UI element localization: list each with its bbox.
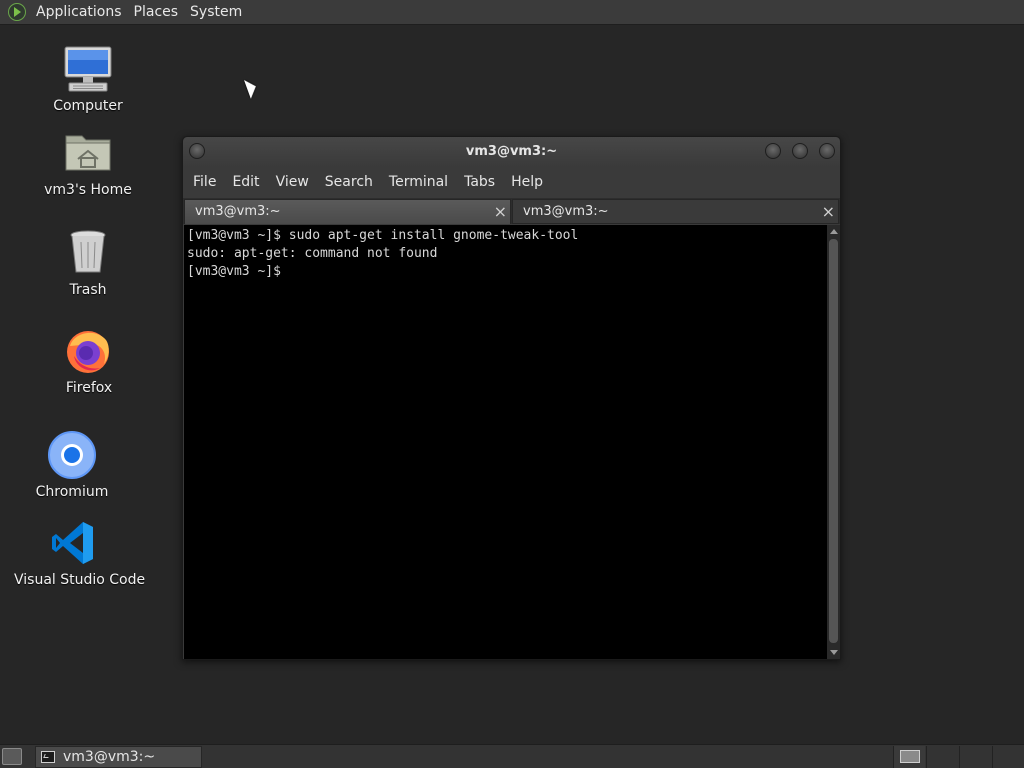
desktop-icon-trash[interactable]: Trash: [28, 228, 148, 298]
close-tab-icon[interactable]: ×: [822, 200, 835, 224]
desktop-icon-firefox[interactable]: Firefox: [29, 326, 149, 396]
desktop-icon-label: Firefox: [65, 380, 113, 396]
bottom-panel: vm3@vm3:~: [0, 744, 1024, 768]
desktop-icon-home[interactable]: vm3's Home: [28, 128, 148, 198]
terminal-tabbar: vm3@vm3:~ × vm3@vm3:~ ×: [183, 198, 840, 224]
terminal-line: [vm3@vm3 ~]$ sudo apt-get install gnome-…: [187, 228, 579, 243]
desktop-icon-label: Trash: [69, 282, 107, 298]
scrollbar-thumb[interactable]: [829, 239, 838, 643]
terminal-output[interactable]: [vm3@vm3 ~]$ sudo apt-get install gnome-…: [184, 225, 827, 659]
chromium-icon: [47, 430, 97, 480]
window-titlebar[interactable]: vm3@vm3:~: [183, 137, 840, 167]
workspace-1[interactable]: [893, 746, 925, 768]
desktop-icon-vscode[interactable]: Visual Studio Code: [14, 518, 146, 588]
mouse-cursor-icon: [244, 76, 260, 99]
desktop-icon-label: Chromium: [35, 484, 109, 500]
menu-help[interactable]: Help: [505, 174, 549, 190]
computer-icon: [63, 44, 113, 94]
terminal-icon: [41, 751, 55, 763]
minimize-button[interactable]: [765, 143, 781, 159]
home-folder-icon: [63, 128, 113, 178]
desktop-icon-label: Visual Studio Code: [14, 572, 146, 588]
close-tab-icon[interactable]: ×: [494, 200, 507, 224]
scroll-up-icon[interactable]: [830, 229, 838, 234]
tab-1[interactable]: vm3@vm3:~ ×: [184, 199, 511, 224]
menu-places[interactable]: Places: [128, 0, 185, 25]
desktop-icon-label: Computer: [53, 98, 123, 114]
tab-2[interactable]: vm3@vm3:~ ×: [512, 199, 839, 224]
desktop-icon-computer[interactable]: Computer: [28, 44, 148, 114]
desktop-icon-chromium[interactable]: Chromium: [12, 430, 132, 500]
gnome-foot-icon[interactable]: [8, 3, 26, 21]
terminal-line: [vm3@vm3 ~]$: [187, 264, 281, 279]
taskbar-terminal-button[interactable]: vm3@vm3:~: [35, 746, 202, 768]
terminal-window: vm3@vm3:~ File Edit View Search Terminal…: [182, 136, 841, 660]
terminal-menubar: File Edit View Search Terminal Tabs Help: [183, 168, 840, 196]
menu-search[interactable]: Search: [319, 174, 379, 190]
taskbar-label: vm3@vm3:~: [63, 749, 156, 765]
workspace-2[interactable]: [926, 746, 958, 768]
terminal-scrollbar[interactable]: [827, 225, 840, 659]
maximize-button[interactable]: [792, 143, 808, 159]
window-title: vm3@vm3:~: [465, 144, 558, 159]
menu-view[interactable]: View: [270, 174, 315, 190]
tab-label: vm3@vm3:~: [195, 204, 281, 219]
workspace-3[interactable]: [959, 746, 991, 768]
menu-terminal[interactable]: Terminal: [383, 174, 454, 190]
firefox-icon: [64, 326, 114, 376]
show-desktop-icon[interactable]: [2, 748, 22, 765]
trash-icon: [63, 228, 113, 278]
scroll-down-icon[interactable]: [830, 650, 838, 655]
menu-tabs[interactable]: Tabs: [458, 174, 501, 190]
vscode-icon: [49, 518, 99, 568]
desktop-icon-label: vm3's Home: [44, 182, 132, 198]
tab-label: vm3@vm3:~: [523, 204, 609, 219]
menu-applications[interactable]: Applications: [30, 0, 128, 25]
workspace-4[interactable]: [992, 746, 1024, 768]
menu-edit[interactable]: Edit: [226, 174, 265, 190]
terminal-line: sudo: apt-get: command not found: [187, 246, 438, 261]
menu-file[interactable]: File: [187, 174, 222, 190]
close-button[interactable]: [819, 143, 835, 159]
workspace-window-thumb: [900, 750, 920, 763]
menu-system[interactable]: System: [184, 0, 248, 25]
top-panel: Applications Places System: [0, 0, 1024, 25]
